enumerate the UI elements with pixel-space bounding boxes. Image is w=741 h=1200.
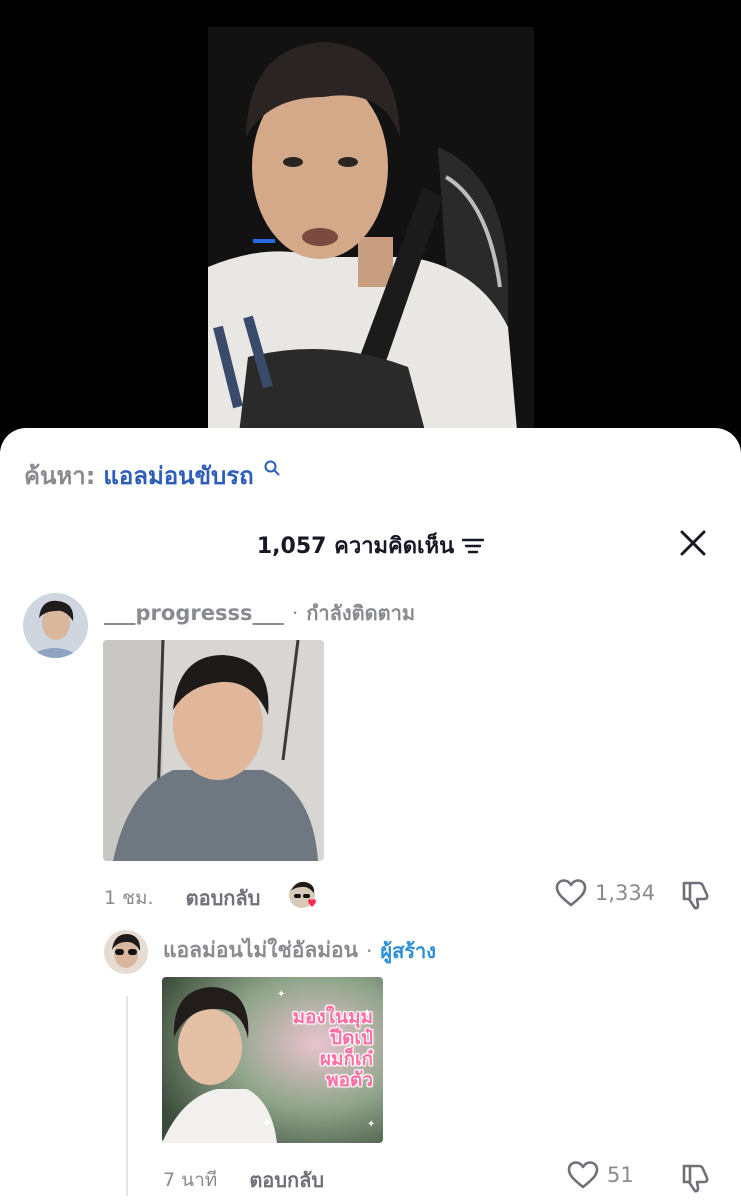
video-area: [0, 0, 741, 460]
svg-text:✦: ✦: [367, 1119, 375, 1130]
search-prefix: ค้นหา:: [24, 462, 96, 490]
meme-caption-line-4: พอตัว: [326, 1069, 373, 1091]
reply-button[interactable]: ตอบกลับ: [249, 1164, 324, 1196]
reply-like-count: 51: [607, 1163, 634, 1187]
meta-separator: ·: [366, 938, 373, 963]
reply-timestamp: 7 นาที: [163, 1169, 218, 1191]
avatar-image: [23, 593, 88, 658]
comments-sheet: ค้นหา: แอลม่อนขับรถ 1,057 ความคิดเห็น __…: [0, 428, 741, 1200]
reply-actions: 7 นาที ตอบกลับ: [163, 1164, 324, 1196]
following-status: กำลังติดตาม: [306, 601, 416, 625]
reply-meta: แอลม่อนไม่ใช่อัลม่อน · ผู้สร้าง: [163, 934, 436, 967]
search-term-link[interactable]: แอลม่อนขับรถ: [103, 456, 253, 495]
meme-caption-line-1: มองในมุม: [292, 1006, 373, 1028]
search-icon: [264, 460, 280, 476]
like-count: 1,334: [595, 881, 656, 905]
reply-thread-line: [126, 996, 128, 1196]
video-thumbnail: [208, 27, 534, 442]
avatar[interactable]: [23, 593, 88, 658]
comments-header: 1,057 ความคิดเห็น: [0, 528, 741, 563]
reply-avatar[interactable]: [104, 930, 148, 974]
video-player[interactable]: [208, 27, 534, 442]
creator-badge: ผู้สร้าง: [380, 938, 437, 963]
svg-text:✦: ✦: [262, 1116, 272, 1130]
reply-photo[interactable]: ✦ ✦ ✦ ✦ มองในมุม ปีดเป๋ ผมก็เก๋ พอตัว: [162, 977, 383, 1143]
meme-caption-line-3: ผมก็เก๋: [319, 1048, 373, 1070]
dislike-icon[interactable]: [680, 879, 712, 911]
reply-avatar-image: [104, 930, 148, 974]
comment-username[interactable]: ___progresss___: [104, 601, 284, 625]
heart-outline-icon: [555, 879, 587, 907]
reply-like-button[interactable]: 51: [567, 1160, 634, 1190]
comment-actions: 1 ชม. ตอบกลับ: [104, 881, 322, 915]
like-button[interactable]: 1,334: [555, 878, 655, 908]
comment-timestamp: 1 ชม.: [104, 887, 154, 909]
creator-avatar-small: [289, 881, 317, 908]
meme-caption-line-2: ปีดเป๋: [330, 1027, 373, 1049]
filter-sort-icon[interactable]: [462, 537, 485, 555]
reply-button[interactable]: ตอบกลับ: [186, 882, 261, 914]
search-suggestion[interactable]: ค้นหา: แอลม่อนขับรถ: [24, 456, 280, 495]
comments-count: 1,057 ความคิดเห็น: [256, 534, 455, 559]
heart-outline-icon: [567, 1161, 599, 1189]
svg-text:✦: ✦: [277, 989, 285, 1000]
comment-photo-image: [103, 640, 324, 861]
creator-liked-badge: [288, 881, 322, 915]
comment-meta: ___progresss___ · กำลังติดตาม: [104, 597, 415, 629]
close-icon[interactable]: [679, 529, 707, 557]
reply-username[interactable]: แอลม่อนไม่ใช่อัลม่อน: [163, 934, 358, 967]
meta-separator: ·: [291, 601, 299, 625]
comment-photo[interactable]: [103, 640, 324, 861]
meme-caption: มองในมุม ปีดเป๋ ผมก็เก๋ พอตัว: [292, 1007, 373, 1091]
dislike-icon[interactable]: [680, 1162, 712, 1194]
